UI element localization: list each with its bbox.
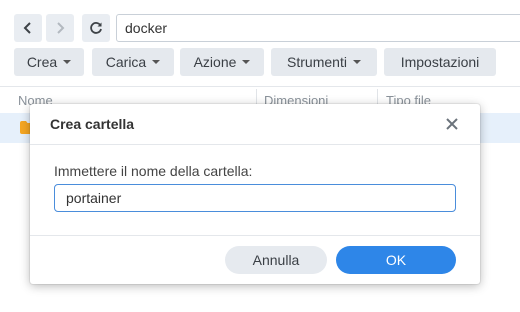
back-button[interactable] <box>14 14 42 42</box>
folder-name-input[interactable] <box>54 184 456 212</box>
dialog-footer-divider <box>30 235 480 236</box>
path-input[interactable]: docker <box>116 14 520 42</box>
settings-label: Impostazioni <box>400 54 480 70</box>
create-menu-button[interactable]: Crea <box>14 48 84 76</box>
refresh-icon <box>90 22 102 34</box>
caret-down-icon <box>352 60 361 64</box>
dialog-title: Crea cartella <box>50 116 135 132</box>
folder-name-label: Immettere il nome della cartella: <box>54 163 253 179</box>
chevron-right-icon <box>57 22 65 34</box>
action-menu-button[interactable]: Azione <box>180 48 264 76</box>
dialog-header-divider <box>30 144 480 145</box>
caret-down-icon <box>63 60 72 64</box>
upload-menu-label: Carica <box>105 54 147 70</box>
tools-menu-button[interactable]: Strumenti <box>271 48 377 76</box>
tools-menu-label: Strumenti <box>287 54 347 70</box>
ok-button[interactable]: OK <box>336 246 456 274</box>
chevron-left-icon <box>23 22 31 34</box>
create-folder-dialog: Crea cartella Immettere il nome della ca… <box>30 104 480 284</box>
caret-down-icon <box>152 60 161 64</box>
action-menu-label: Azione <box>193 54 237 70</box>
close-icon[interactable] <box>444 116 460 132</box>
refresh-button[interactable] <box>82 14 110 42</box>
caret-down-icon <box>242 60 251 64</box>
upload-menu-button[interactable]: Carica <box>92 48 174 76</box>
create-menu-label: Crea <box>26 54 58 70</box>
cancel-button[interactable]: Annulla <box>225 246 327 274</box>
forward-button[interactable] <box>46 14 74 42</box>
settings-button[interactable]: Impostazioni <box>384 48 496 76</box>
